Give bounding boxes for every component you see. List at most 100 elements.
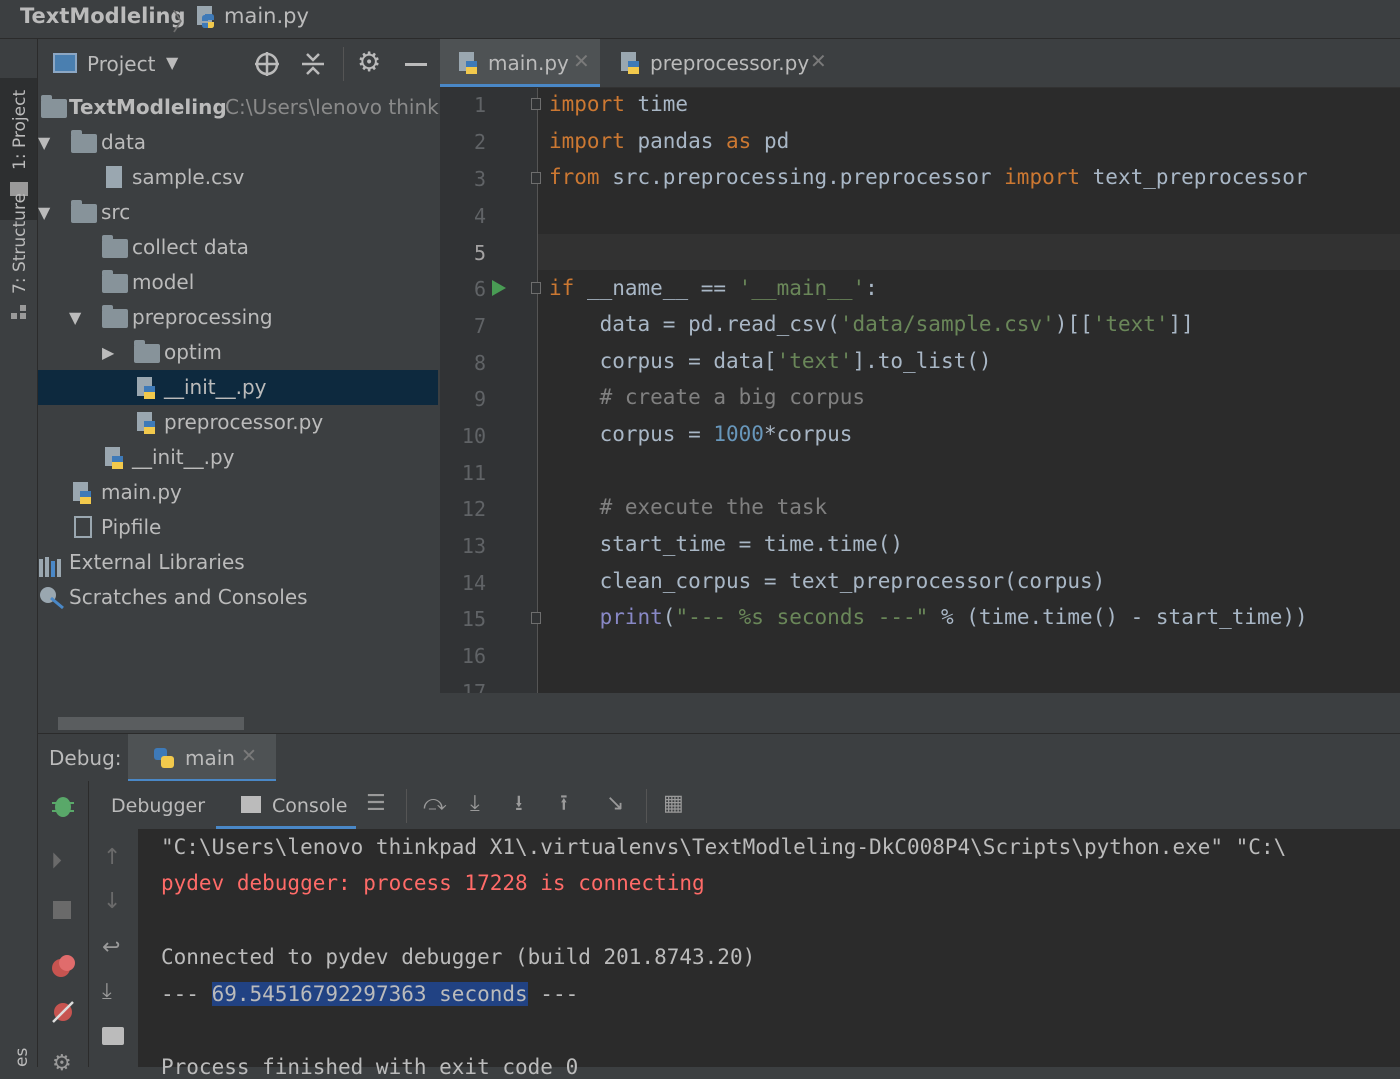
tree-item-pipfile[interactable]: Pipfile: [38, 510, 438, 545]
structure-tool-tab[interactable]: 7: Structure: [10, 193, 30, 294]
tree-item-preprocessing[interactable]: ▼ preprocessing: [38, 300, 438, 335]
line-number: 2: [473, 130, 486, 154]
step-over-icon[interactable]: ⤓: [470, 793, 480, 815]
expand-arrow-icon[interactable]: ▼: [69, 300, 81, 335]
tree-item-src-init-py[interactable]: __init__.py: [38, 440, 438, 475]
tree-item-label: Scratches and Consoles: [69, 585, 308, 609]
console-line-command: "C:\Users\lenovo thinkpad X1\.virtualenv…: [161, 835, 1287, 859]
step-into-icon[interactable]: ⭳: [515, 793, 523, 815]
print-icon[interactable]: [102, 1027, 124, 1045]
line-number: 8: [473, 351, 486, 375]
folder-icon: [102, 270, 128, 293]
pipfile-icon: [74, 516, 92, 538]
locate-file-icon[interactable]: [254, 51, 280, 81]
line-number: 15: [461, 607, 486, 631]
soft-wrap-icon[interactable]: ↩: [102, 937, 120, 959]
tree-item-label: preprocessing: [132, 305, 273, 329]
tree-item-optim[interactable]: ▶ optim: [38, 335, 438, 370]
tree-item-model[interactable]: model: [38, 265, 438, 300]
bottom-tool-tab-partial[interactable]: es: [12, 1048, 32, 1067]
tab-main-py[interactable]: main.py ✕: [440, 39, 600, 87]
scrollbar-thumb[interactable]: [58, 717, 244, 730]
step-out-icon[interactable]: ⭱: [560, 793, 568, 815]
evaluate-expression-icon[interactable]: ▦: [663, 793, 684, 815]
close-icon[interactable]: ✕: [573, 49, 590, 73]
debug-tab-label: main: [185, 746, 235, 770]
tree-item-src[interactable]: ▼ src: [38, 195, 438, 230]
settings-gear-icon[interactable]: ⚙: [52, 1053, 72, 1075]
tree-item-label: optim: [164, 340, 222, 364]
tab-label: preprocessor.py: [650, 51, 810, 75]
line-number: 12: [461, 497, 486, 521]
current-line-highlight: [538, 234, 1400, 270]
line-number: 13: [461, 534, 486, 558]
tree-item-init-py-selected[interactable]: __init__.py: [38, 370, 438, 405]
run-to-cursor-icon[interactable]: ↘: [606, 793, 624, 815]
close-icon[interactable]: ✕: [241, 745, 257, 767]
tree-item-collect-data[interactable]: collect data: [38, 230, 438, 265]
text-file-icon: [106, 166, 122, 188]
fold-marker-icon[interactable]: [531, 282, 541, 294]
show-execution-point-icon[interactable]: ⤼: [423, 793, 447, 815]
tree-item-preprocessor-py[interactable]: preprocessor.py: [38, 405, 438, 440]
tree-item-data[interactable]: ▼ data: [38, 125, 438, 160]
bug-icon[interactable]: [50, 793, 76, 823]
tab-console[interactable]: Console: [216, 781, 356, 829]
gear-icon[interactable]: ⚙: [357, 49, 381, 76]
tree-item-external-libraries[interactable]: External Libraries: [38, 545, 438, 580]
menu-icon[interactable]: ☰: [366, 793, 386, 815]
stop-icon[interactable]: [53, 901, 71, 919]
line-number: 14: [461, 571, 486, 595]
collapse-all-icon[interactable]: [300, 51, 326, 81]
project-view-icon: [53, 53, 77, 73]
code-line-10: corpus = 1000*corpus: [549, 422, 853, 446]
debug-toolbar: Debugger Console ☰ ⤼ ⤓ ⭳ ⭱ ↘ ▦: [38, 781, 1400, 830]
debug-actions-column: ⏵ ⚙: [38, 781, 89, 1075]
tree-item-sample-csv[interactable]: sample.csv: [38, 160, 438, 195]
resume-icon[interactable]: ⏵: [51, 851, 62, 873]
tab-console-label: Console: [272, 795, 348, 817]
structure-icon: [11, 305, 27, 325]
hide-panel-icon[interactable]: [405, 63, 427, 66]
expand-arrow-icon[interactable]: ▼: [38, 125, 50, 160]
code-line-8: corpus = data['text'].to_list(): [549, 349, 992, 373]
scroll-to-end-icon[interactable]: ⤓: [102, 981, 112, 1003]
run-arrow-icon[interactable]: [492, 280, 506, 300]
debug-tab-main[interactable]: main ✕: [128, 734, 276, 782]
tab-debugger[interactable]: Debugger: [111, 795, 205, 817]
arrow-up-icon[interactable]: ↑: [103, 847, 121, 869]
view-breakpoints-icon[interactable]: [50, 953, 76, 983]
console-actions-column: ↑ ↓ ↩ ⤓: [89, 829, 138, 1067]
chevron-down-icon[interactable]: ▼: [166, 53, 178, 72]
folder-icon: [71, 130, 97, 153]
project-view-label[interactable]: Project: [87, 52, 155, 76]
editor-tabs: main.py ✕ preprocessor.py ✕: [440, 39, 1400, 88]
line-number: 16: [461, 644, 486, 668]
python-file-icon: [196, 5, 218, 33]
tree-root-path: C:\Users\lenovo thinkp: [225, 95, 452, 119]
tree-root[interactable]: TextModleling C:\Users\lenovo thinkp: [38, 90, 451, 125]
fold-marker-icon[interactable]: [531, 172, 541, 184]
tool-window-stripe: 1: Project 7: Structure es: [0, 39, 38, 1067]
divider: [343, 47, 344, 81]
fold-marker-icon[interactable]: [531, 612, 541, 624]
expand-arrow-icon[interactable]: ▼: [38, 195, 50, 230]
line-number: 1: [473, 93, 486, 117]
tree-item-main-py[interactable]: main.py: [38, 475, 438, 510]
arrow-down-icon[interactable]: ↓: [103, 891, 121, 913]
divider: [646, 789, 647, 823]
python-file-icon: [458, 51, 480, 79]
tab-label: main.py: [488, 51, 569, 75]
breadcrumb-file[interactable]: main.py: [224, 4, 309, 28]
code-line-15: print("--- %s seconds ---" % (time.time(…: [599, 605, 1308, 629]
code-line-9: # create a big corpus: [549, 385, 866, 409]
tree-item-scratches[interactable]: Scratches and Consoles: [38, 580, 438, 615]
package-folder-icon: [102, 305, 128, 328]
fold-marker-icon[interactable]: [531, 98, 541, 110]
mute-breakpoints-icon[interactable]: [50, 999, 76, 1029]
console-icon: [241, 796, 261, 813]
close-icon[interactable]: ✕: [810, 49, 827, 73]
tab-preprocessor-py[interactable]: preprocessor.py ✕: [602, 39, 842, 87]
breadcrumb-project[interactable]: TextModleling: [20, 4, 186, 28]
collapse-arrow-icon[interactable]: ▶: [102, 335, 114, 370]
